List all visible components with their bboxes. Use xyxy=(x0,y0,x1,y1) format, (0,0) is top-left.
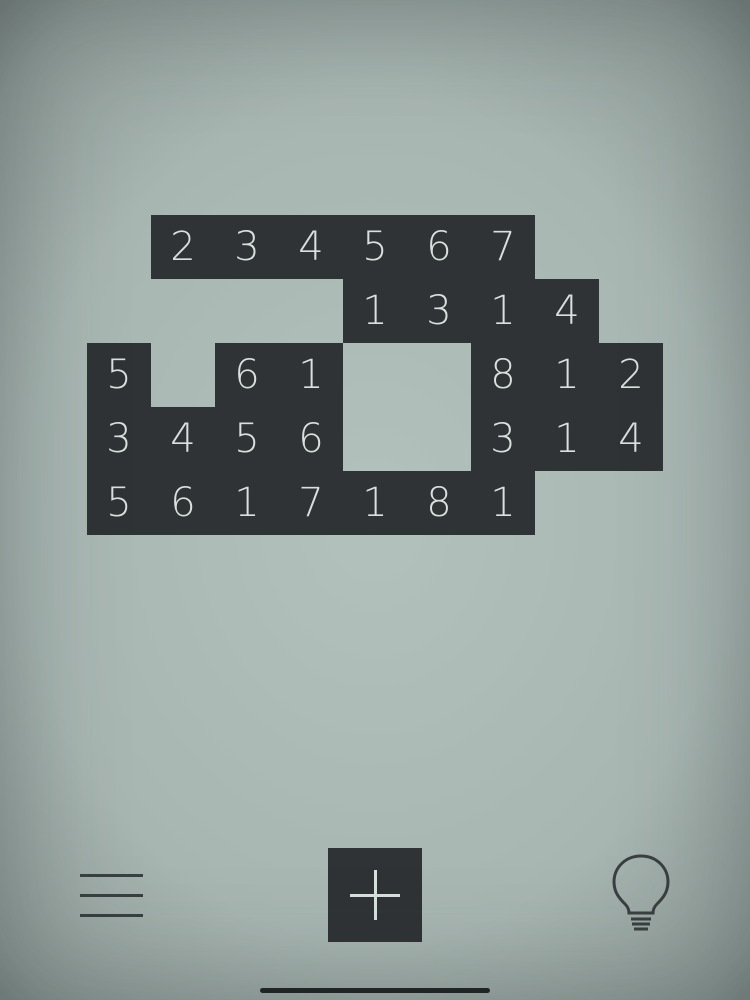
number-tile[interactable]: 5 xyxy=(87,471,151,535)
number-tile[interactable]: 1 xyxy=(343,471,407,535)
number-tile[interactable]: 7 xyxy=(279,471,343,535)
number-tile[interactable]: 6 xyxy=(279,407,343,471)
number-tile[interactable]: 3 xyxy=(407,279,471,343)
plus-icon xyxy=(374,870,377,920)
number-tile[interactable]: 3 xyxy=(87,407,151,471)
number-tile[interactable]: 4 xyxy=(599,407,663,471)
number-tile[interactable]: 6 xyxy=(151,471,215,535)
number-tile[interactable]: 4 xyxy=(151,407,215,471)
number-tile[interactable]: 6 xyxy=(407,215,471,279)
number-tile[interactable]: 5 xyxy=(87,343,151,407)
number-tile[interactable]: 2 xyxy=(151,215,215,279)
game-screen: 234567131456181234563145617181 xyxy=(0,0,750,1000)
hamburger-menu-icon xyxy=(80,874,143,877)
number-tile[interactable]: 2 xyxy=(599,343,663,407)
menu-button[interactable] xyxy=(80,870,144,922)
number-tile[interactable]: 4 xyxy=(535,279,599,343)
number-tile[interactable]: 7 xyxy=(471,215,535,279)
hamburger-menu-icon xyxy=(80,914,143,917)
number-tile[interactable]: 1 xyxy=(343,279,407,343)
number-tile[interactable]: 3 xyxy=(471,407,535,471)
number-tile[interactable]: 8 xyxy=(471,343,535,407)
number-tile[interactable]: 5 xyxy=(343,215,407,279)
home-indicator xyxy=(260,988,490,993)
number-tile[interactable]: 1 xyxy=(535,407,599,471)
number-tile[interactable]: 8 xyxy=(407,471,471,535)
number-tile[interactable]: 1 xyxy=(471,279,535,343)
number-tile[interactable]: 1 xyxy=(471,471,535,535)
number-tile[interactable]: 1 xyxy=(279,343,343,407)
number-tile[interactable]: 1 xyxy=(535,343,599,407)
number-tile[interactable]: 4 xyxy=(279,215,343,279)
number-tile[interactable]: 1 xyxy=(215,471,279,535)
number-tile[interactable]: 3 xyxy=(215,215,279,279)
hamburger-menu-icon xyxy=(80,894,143,897)
number-tile[interactable]: 6 xyxy=(215,343,279,407)
add-numbers-button[interactable] xyxy=(328,848,422,942)
number-grid: 234567131456181234563145617181 xyxy=(87,215,663,535)
lightbulb-icon xyxy=(612,854,670,931)
hint-button[interactable] xyxy=(608,853,674,933)
number-tile[interactable]: 5 xyxy=(215,407,279,471)
